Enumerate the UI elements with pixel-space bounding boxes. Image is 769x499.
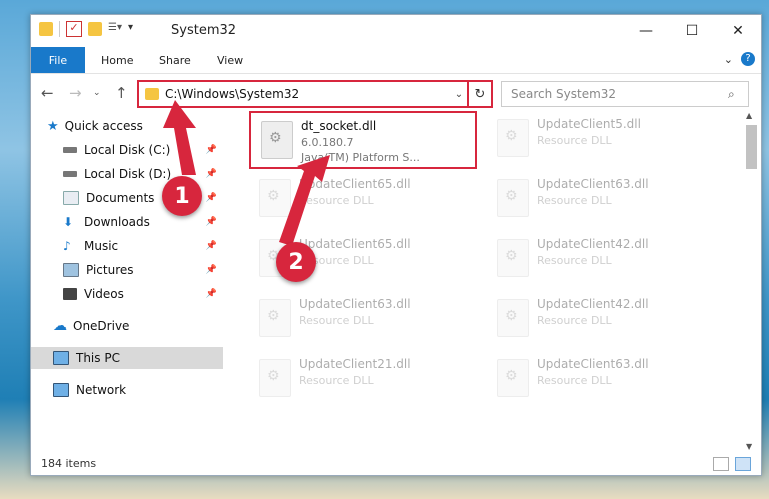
annotation-arrows <box>163 100 330 246</box>
callout-one: 1 <box>162 176 202 216</box>
arrow-two-icon <box>279 155 330 246</box>
arrow-one-icon <box>163 100 196 175</box>
callout-two: 2 <box>276 242 316 282</box>
